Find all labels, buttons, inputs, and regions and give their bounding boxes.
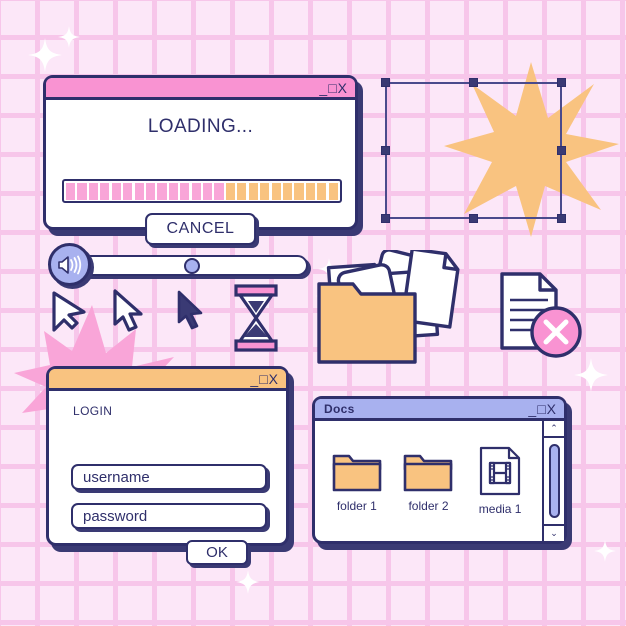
sparkle-icon — [28, 38, 62, 72]
progress-segment — [134, 182, 144, 200]
handle-middle-right[interactable] — [557, 146, 566, 155]
username-input[interactable]: username — [71, 464, 267, 490]
scroll-down-button[interactable]: ⌄ — [544, 524, 564, 541]
progress-segment — [123, 182, 133, 200]
login-window[interactable]: _□X LOGIN username password OK — [46, 366, 289, 565]
scroll-up-button[interactable]: ⌃ — [544, 421, 564, 438]
password-value: password — [83, 507, 148, 525]
volume-slider-thumb[interactable] — [184, 258, 200, 274]
scrollbar-thumb[interactable] — [548, 444, 560, 518]
handle-top-right[interactable] — [557, 78, 566, 87]
progress-segment — [214, 182, 224, 200]
docs-window[interactable]: Docs _□X folder 1 folder 2 media 1 ⌃ ⌄ — [312, 396, 567, 544]
progress-segment — [111, 182, 121, 200]
progress-segment — [157, 182, 167, 200]
sparkle-icon — [594, 540, 616, 562]
progress-segment — [271, 182, 281, 200]
scrollbar[interactable]: ⌃ ⌄ — [542, 421, 564, 541]
progress-segment — [305, 182, 315, 200]
selection-handles[interactable] — [381, 78, 566, 223]
cancel-button[interactable]: CANCEL — [144, 213, 257, 245]
handle-bottom-left[interactable] — [381, 214, 390, 223]
document-error-icon — [500, 272, 582, 358]
handle-bottom-center[interactable] — [469, 214, 478, 223]
progress-segment — [88, 182, 98, 200]
window-controls[interactable]: _□X — [319, 81, 348, 95]
progress-segment — [77, 182, 87, 200]
progress-segment — [225, 182, 236, 200]
progress-segment — [168, 182, 178, 200]
loading-window-titlebar[interactable]: _□X — [46, 78, 355, 100]
docs-window-titlebar[interactable]: Docs _□X — [315, 399, 564, 421]
progress-segment — [248, 182, 258, 200]
file-label: folder 2 — [408, 499, 449, 513]
handle-bottom-right[interactable] — [557, 214, 566, 223]
ok-button[interactable]: OK — [186, 540, 248, 565]
progress-segment — [283, 182, 293, 200]
progress-segment — [203, 182, 213, 200]
window-controls[interactable]: _□X — [250, 372, 279, 386]
handle-middle-left[interactable] — [381, 146, 390, 155]
progress-segment — [180, 182, 190, 200]
film-strip-icon — [480, 446, 521, 496]
volume-slider[interactable] — [48, 243, 310, 289]
loading-status-label: LOADING... — [147, 116, 254, 137]
handle-top-center[interactable] — [469, 78, 478, 87]
progress-segment — [66, 182, 76, 200]
list-item[interactable]: folder 2 — [395, 449, 461, 513]
docs-window-body: folder 1 folder 2 media 1 ⌃ ⌄ — [315, 421, 564, 541]
sparkle-icon — [58, 26, 80, 48]
list-item[interactable]: folder 1 — [324, 449, 390, 513]
retro-ui-illustration: _□X LOADING... CANCEL _□X LOGIN username… — [0, 0, 626, 626]
speaker-icon[interactable] — [48, 243, 91, 286]
login-window-titlebar[interactable]: _□X — [49, 369, 286, 391]
file-list: folder 1 folder 2 media 1 — [315, 421, 542, 541]
progress-segment — [328, 182, 338, 200]
progress-bar — [62, 179, 342, 203]
window-controls[interactable]: _□X — [528, 402, 557, 416]
progress-segment — [237, 182, 247, 200]
progress-segment — [145, 182, 156, 200]
sparkle-icon — [236, 570, 260, 594]
folder-with-documents-icon — [317, 250, 460, 364]
loading-window-body: LOADING... CANCEL — [46, 116, 355, 245]
login-heading: LOGIN — [73, 404, 113, 418]
arrow-cursor-filled-icon — [177, 290, 203, 330]
file-label: folder 1 — [336, 499, 377, 513]
loading-window[interactable]: _□X LOADING... CANCEL — [43, 75, 358, 245]
progress-segment — [317, 182, 327, 200]
folder-icon — [404, 454, 453, 492]
selection-rectangle — [385, 82, 562, 219]
hourglass-icon — [234, 284, 278, 352]
progress-segment — [260, 182, 270, 200]
docs-window-title: Docs — [324, 401, 355, 416]
username-value: username — [83, 468, 150, 486]
progress-segment — [191, 182, 201, 200]
password-input[interactable]: password — [71, 503, 267, 529]
folder-icon — [332, 454, 382, 492]
handle-top-left[interactable] — [381, 78, 390, 87]
file-label: media 1 — [478, 502, 522, 516]
list-item[interactable]: media 1 — [467, 446, 533, 516]
sparkle-icon — [574, 358, 608, 392]
progress-segment — [100, 182, 110, 200]
login-window-body: LOGIN username password OK — [49, 404, 286, 565]
progress-segment — [294, 182, 304, 200]
